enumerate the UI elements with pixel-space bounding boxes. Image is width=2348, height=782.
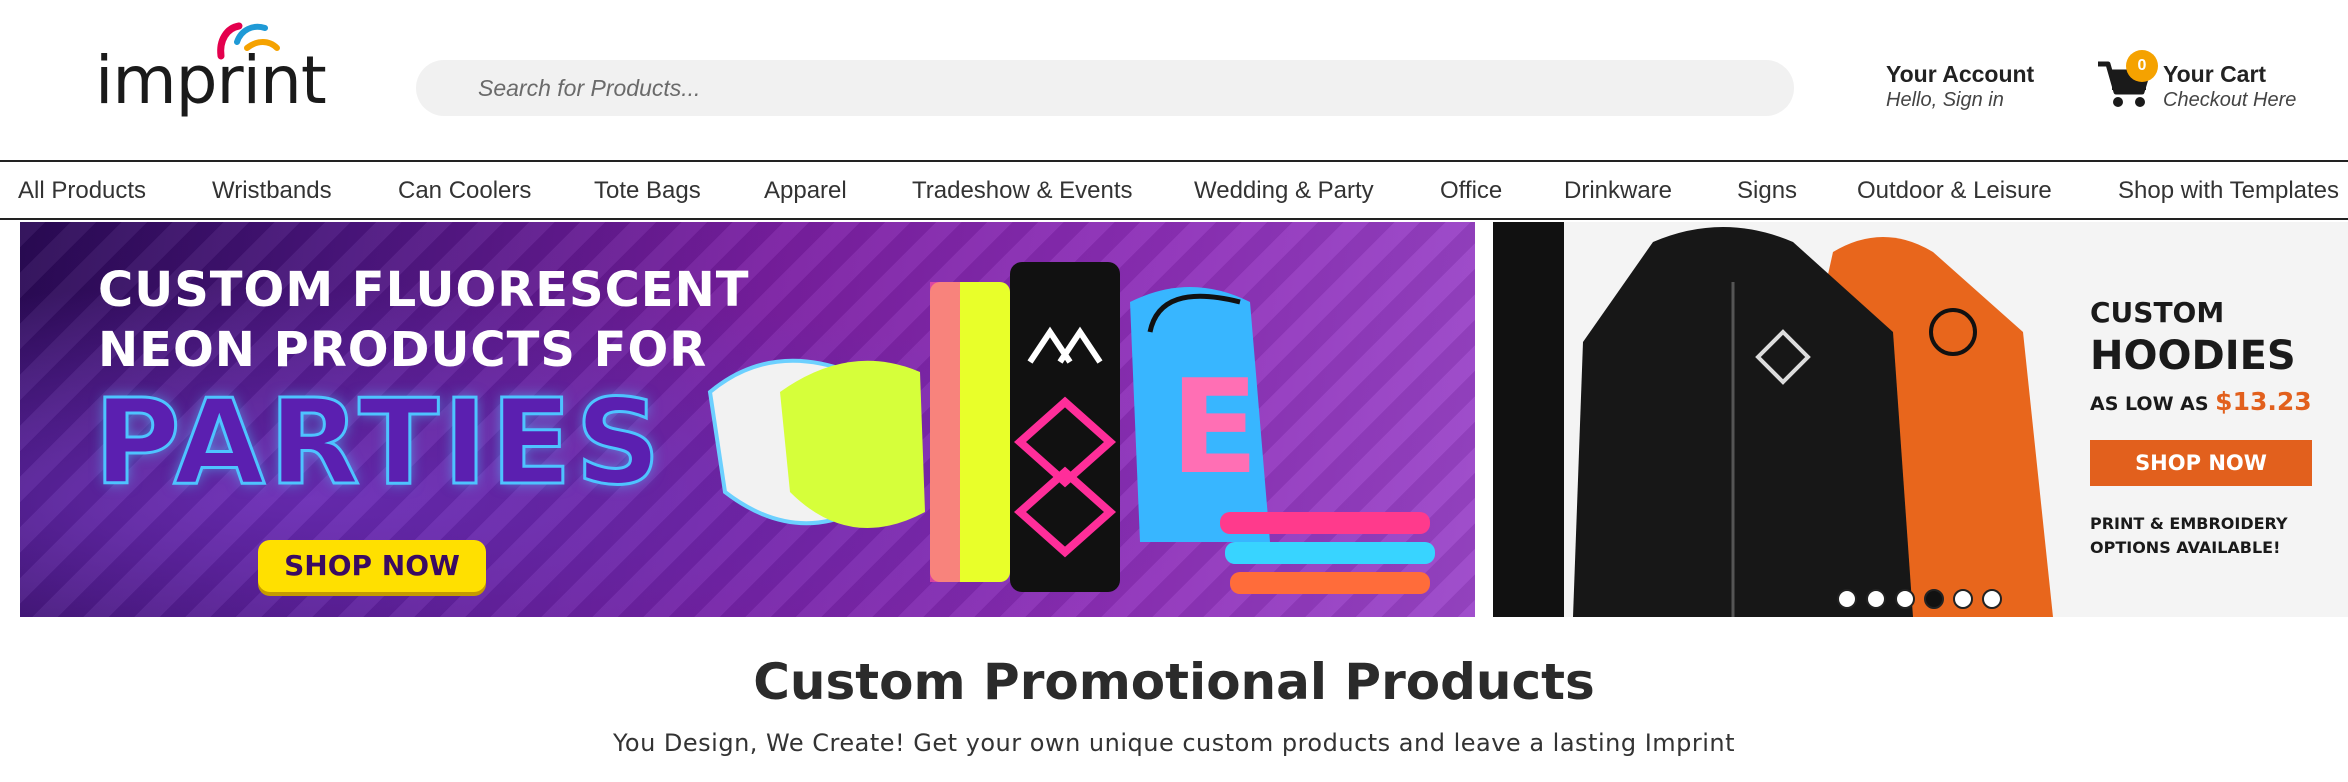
category-nav: All Products Wristbands Can Coolers Tote… bbox=[0, 160, 2348, 220]
hoodies-banner[interactable]: CUSTOM HOODIES AS LOW AS $13.23 SHOP NOW… bbox=[1493, 222, 2348, 617]
site-header: imprint Your Account Hello, Sign in 0 Yo… bbox=[0, 0, 2348, 160]
carousel-dot[interactable] bbox=[1866, 589, 1886, 609]
hoodies-note-line2: OPTIONS AVAILABLE! bbox=[2090, 538, 2281, 557]
account-link[interactable]: Your Account Hello, Sign in bbox=[1886, 60, 2066, 120]
cart-count-badge: 0 bbox=[2126, 50, 2158, 82]
nav-item-tote-bags[interactable]: Tote Bags bbox=[594, 177, 701, 205]
account-subtitle: Hello, Sign in bbox=[1886, 89, 2004, 111]
nav-item-apparel[interactable]: Apparel bbox=[764, 177, 847, 205]
hoodies-shop-now-button[interactable]: SHOP NOW bbox=[2090, 440, 2312, 486]
nav-item-office[interactable]: Office bbox=[1440, 177, 1502, 205]
nav-item-can-coolers[interactable]: Can Coolers bbox=[398, 177, 531, 205]
nav-item-wristbands[interactable]: Wristbands bbox=[212, 177, 332, 205]
cart-title: Your Cart bbox=[2163, 61, 2267, 87]
nav-item-signs[interactable]: Signs bbox=[1737, 177, 1797, 205]
nav-item-shop-with-templates[interactable]: Shop with Templates bbox=[2118, 177, 2339, 205]
hoodie-models-image bbox=[1573, 227, 2053, 617]
cart-subtitle: Checkout Here bbox=[2163, 89, 2297, 111]
banner-headline-line1: CUSTOM FLUORESCENT bbox=[98, 262, 750, 318]
carousel-dot[interactable] bbox=[1895, 589, 1915, 609]
cart-text: Your Cart Checkout Here bbox=[2163, 60, 2296, 112]
banner-headline-line2: NEON PRODUCTS FOR bbox=[98, 322, 708, 378]
search-bar bbox=[416, 60, 1794, 116]
hoodies-title-line2: HOODIES bbox=[2090, 333, 2296, 379]
banner-headline-line3: PARTIES bbox=[93, 372, 665, 513]
nav-item-all-products[interactable]: All Products bbox=[18, 177, 146, 205]
account-title: Your Account bbox=[1886, 61, 2035, 87]
carousel-dot[interactable] bbox=[1837, 589, 1857, 609]
neon-party-banner[interactable]: CUSTOM FLUORESCENT NEON PRODUCTS FOR PAR… bbox=[20, 222, 1475, 617]
hoodies-title-line1: CUSTOM bbox=[2090, 296, 2225, 329]
search-input[interactable] bbox=[416, 60, 1794, 116]
svg-text:E: E bbox=[1170, 351, 1259, 503]
hoodies-note-line1: PRINT & EMBROIDERY bbox=[2090, 514, 2288, 533]
neon-products-image: E bbox=[707, 262, 1435, 594]
imprint-logo[interactable]: imprint bbox=[95, 18, 327, 128]
nav-item-outdoor-leisure[interactable]: Outdoor & Leisure bbox=[1857, 177, 2052, 205]
nav-item-wedding-party[interactable]: Wedding & Party bbox=[1194, 177, 1374, 205]
nav-item-drinkware[interactable]: Drinkware bbox=[1564, 177, 1672, 205]
cart-link[interactable]: 0 Your Cart Checkout Here bbox=[2096, 50, 2336, 120]
price-prefix: AS LOW AS bbox=[2090, 393, 2216, 415]
carousel-dot-active[interactable] bbox=[1924, 589, 1944, 609]
banner-shop-now-button[interactable]: SHOP NOW bbox=[258, 540, 486, 592]
page-title: Custom Promotional Products bbox=[753, 653, 1595, 711]
page-subtitle: You Design, We Create! Get your own uniq… bbox=[612, 729, 1736, 757]
carousel-dot[interactable] bbox=[1953, 589, 1973, 609]
carousel-dot[interactable] bbox=[1982, 589, 2002, 609]
nav-item-tradeshow-events[interactable]: Tradeshow & Events bbox=[912, 177, 1133, 205]
hoodies-price: AS LOW AS $13.23 bbox=[2090, 386, 2312, 420]
price-amount: $13.23 bbox=[2215, 387, 2312, 416]
carousel-dots bbox=[1837, 589, 2002, 609]
logo-text: imprint bbox=[95, 42, 327, 119]
